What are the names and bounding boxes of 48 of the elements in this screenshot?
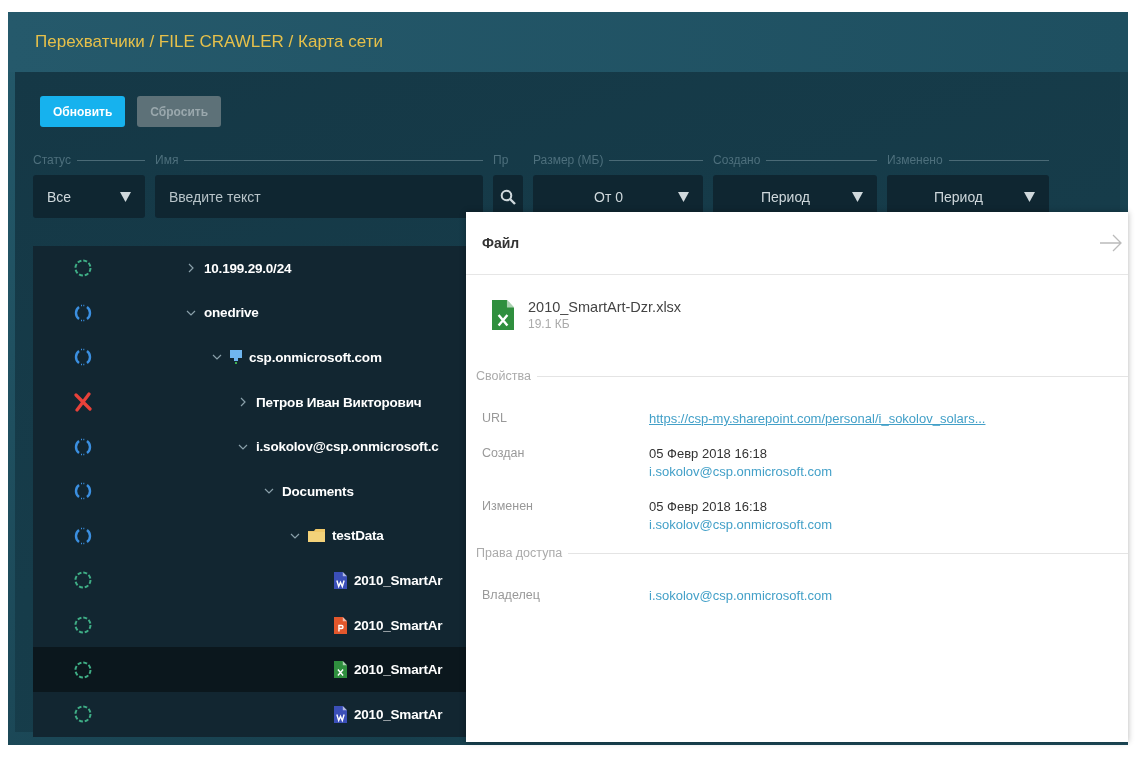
dropdown-arrow-icon: [120, 191, 131, 202]
tree-item-label: 2010_SmartAr: [354, 617, 443, 633]
dropdown-arrow-icon: [852, 191, 863, 202]
property-label: Изменен: [482, 499, 535, 515]
dropdown-arrow-icon: [678, 191, 689, 202]
filter-label: Статус: [33, 153, 71, 167]
property-label: Создан: [482, 446, 526, 462]
filter-label: Изменено: [887, 153, 943, 167]
panel-title: Файл: [482, 235, 520, 251]
date-text: 05 Февр 2018 16:18: [649, 446, 768, 461]
search-field[interactable]: Введите текст: [155, 175, 483, 218]
user-link[interactable]: i.sokolov@csp.onmicrosoft.com: [649, 517, 832, 532]
tree-item-label: Documents: [282, 483, 354, 499]
search-icon: [500, 188, 516, 205]
tree-item-label: Петров Иван Викторович: [256, 394, 422, 410]
section-heading: Права доступа: [476, 546, 563, 560]
tree-item-label: 10.199.29.0/24: [204, 260, 292, 276]
property-label: Владелец: [482, 588, 541, 603]
user-link[interactable]: i.sokolov@csp.onmicrosoft.com: [649, 588, 832, 603]
document-icon: [334, 571, 347, 589]
tree-item-label: 2010_SmartAr: [354, 662, 443, 678]
property-label: URL: [482, 411, 508, 426]
section-heading: Свойства: [476, 369, 531, 383]
document-icon: [334, 705, 347, 723]
filter-label: Размер (МБ): [533, 153, 604, 167]
folder-icon: [308, 529, 325, 543]
breadcrumb: Перехватчики / FILE CRAWLER / Карта сети: [35, 32, 383, 52]
tree-item-label: csp.onmicrosoft.com: [249, 350, 382, 365]
date-text: 05 Февр 2018 16:18: [649, 499, 768, 514]
tree-item-label: 2010_SmartAr: [354, 572, 443, 588]
spreadsheet-icon: [334, 661, 347, 679]
filter-label: Имя: [155, 153, 179, 167]
tree-item-label: testData: [332, 528, 384, 544]
filter-label: Пр: [493, 153, 509, 167]
url-link[interactable]: https://csp-my.sharepoint.com/personal/i_sokolov_solars...: [649, 411, 986, 426]
file-name: 2010_SmartArt-Dzr.xlsx: [528, 299, 682, 315]
tree-item-label: i.sokolov@csp.onmicrosoft.c: [256, 439, 439, 455]
computer-icon: [230, 350, 242, 365]
document-icon: [334, 616, 347, 634]
tree-item-label: 2010_SmartAr: [354, 706, 443, 722]
tree-item-label: onedrive: [204, 305, 259, 321]
spreadsheet-icon: [492, 300, 514, 330]
filter-label: Создано: [713, 153, 761, 167]
refresh-button[interactable]: Обновить: [40, 96, 126, 127]
file-size: 19.1 КБ: [528, 317, 571, 331]
user-link[interactable]: i.sokolov@csp.onmicrosoft.com: [649, 464, 832, 479]
dropdown-arrow-icon: [1024, 191, 1035, 202]
dropdown[interactable]: Все: [33, 175, 145, 218]
